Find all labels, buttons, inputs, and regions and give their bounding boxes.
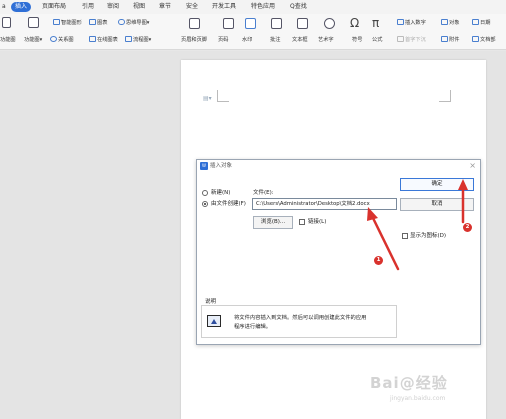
tab-references[interactable]: 引用: [82, 2, 94, 12]
file-caption: 文件(E):: [253, 190, 274, 196]
mindmap-button[interactable]: 思维导图▾: [118, 19, 149, 27]
description-line-1: 将文件内容插入到文档。然后可以调用创建此文件的应用: [234, 315, 367, 321]
object-icon: [441, 19, 448, 25]
tab-view[interactable]: 视图: [133, 2, 145, 12]
symbol-button[interactable]: 符号: [352, 36, 362, 44]
dialog-title: 插入对象: [210, 163, 233, 169]
cancel-button[interactable]: 取消: [400, 198, 474, 211]
attachment-button[interactable]: 附件: [441, 36, 459, 44]
docpart-button[interactable]: 文档部: [472, 36, 496, 44]
wps-logo-icon: W: [200, 162, 208, 170]
ribbon-tab-bar: a 插入 页面布局 引用 审阅 视图 章节 安全 开发工具 特色应用 Q查找: [0, 0, 506, 14]
paragraph-icon[interactable]: ▤▾: [203, 95, 212, 102]
ok-button[interactable]: 确定: [400, 178, 474, 191]
docpart-icon: [472, 36, 479, 42]
show-as-icon-checkbox[interactable]: [402, 233, 408, 239]
ribbon-toolbar: 功能图 智能图形 图表 思维导图▾ 功能图▾ 关系图 在线图表 流程图▾ Ω π…: [0, 14, 506, 50]
omega-icon[interactable]: Ω: [350, 16, 359, 30]
tab-chapter[interactable]: 章节: [159, 2, 171, 12]
page-number-button[interactable]: 页码: [218, 36, 228, 44]
browse-button[interactable]: 浏览(B)...: [253, 216, 293, 229]
wordart-icon[interactable]: [324, 18, 335, 29]
drop-cap-icon: [397, 36, 404, 42]
page-number-icon[interactable]: [223, 18, 234, 29]
flowchart-button[interactable]: 流程图▾: [125, 36, 151, 44]
relation-icon: [50, 36, 57, 42]
watermark-button[interactable]: 水印: [242, 36, 252, 44]
wordart-button[interactable]: 艺术字: [318, 36, 334, 44]
grid-icon[interactable]: [2, 17, 11, 28]
paperclip-icon: [441, 36, 448, 42]
show-as-icon-label: 显示为图标(D): [410, 233, 447, 239]
pi-icon[interactable]: π: [372, 16, 379, 30]
function-chart-cut-label: 功能图: [0, 37, 16, 43]
link-label: 链接(L): [308, 219, 327, 225]
online-chart-button[interactable]: 在线图表: [89, 36, 118, 44]
margin-corner-top-left: [217, 90, 229, 102]
formula-button[interactable]: 公式: [372, 36, 382, 44]
textbox-button[interactable]: 文本框: [292, 36, 308, 44]
insert-number-button[interactable]: 插入数字: [397, 19, 426, 27]
function-button[interactable]: 功能图▾: [24, 36, 42, 44]
date-button[interactable]: 日期: [472, 19, 490, 27]
header-footer-button[interactable]: 页眉和页脚: [181, 36, 207, 44]
close-icon[interactable]: ×: [469, 161, 476, 171]
tab-a[interactable]: a: [2, 2, 6, 12]
link-checkbox[interactable]: [299, 219, 305, 225]
flowchart-icon: [125, 36, 132, 42]
tab-developer[interactable]: 开发工具: [212, 2, 236, 12]
dialog-title-bar: W 插入对象 ×: [197, 160, 480, 173]
comment-icon[interactable]: [271, 18, 282, 29]
description-line-2: 程序进行编辑。: [234, 324, 272, 330]
tab-find[interactable]: Q查找: [290, 2, 307, 12]
mindmap-icon: [118, 19, 125, 25]
calendar-icon: [472, 19, 479, 25]
embedded-object-icon: [207, 315, 221, 327]
comment-button[interactable]: 批注: [270, 36, 280, 44]
step-badge-1: 1: [374, 256, 383, 265]
watermark-icon[interactable]: [245, 18, 256, 29]
description-box: 将文件内容插入到文档。然后可以调用创建此文件的应用 程序进行编辑。: [201, 305, 397, 338]
first-drop-button[interactable]: 首字下沉: [397, 36, 426, 44]
margin-corner-top-right: [439, 90, 451, 102]
smartart-icon: [53, 19, 60, 25]
watermark-url: jingyan.baidu.com: [390, 395, 446, 402]
tab-page-layout[interactable]: 页面布局: [42, 2, 66, 12]
textbox-icon[interactable]: [297, 18, 308, 29]
tab-special-apps[interactable]: 特色应用: [251, 2, 275, 12]
tab-review[interactable]: 审阅: [107, 2, 119, 12]
watermark-logo: Bai@经验: [370, 374, 448, 392]
tab-security[interactable]: 安全: [186, 2, 198, 12]
header-footer-icon[interactable]: [189, 18, 200, 29]
chart-icon: [89, 19, 96, 25]
smartart-button[interactable]: 智能图形: [53, 19, 82, 27]
object-button[interactable]: 对象: [441, 19, 459, 27]
online-chart-icon: [89, 36, 96, 42]
tab-insert[interactable]: 插入: [11, 2, 32, 12]
from-file-radio-label: 由文件创建(F): [211, 201, 246, 207]
from-file-radio[interactable]: [202, 201, 208, 207]
chart-button[interactable]: 图表: [89, 19, 107, 27]
new-radio-label: 新建(N): [211, 190, 231, 196]
number-icon: [397, 19, 404, 25]
file-path-input[interactable]: C:\Users\Administrator\Desktop\文档2.docx: [252, 198, 397, 210]
new-radio[interactable]: [202, 190, 208, 196]
relation-button[interactable]: 关系图: [50, 36, 74, 44]
function-chart-icon[interactable]: [28, 17, 39, 28]
step-badge-2: 2: [463, 223, 472, 232]
insert-object-dialog: W 插入对象 × 新建(N) 由文件创建(F) 文件(E): C:\Users\…: [196, 159, 481, 345]
